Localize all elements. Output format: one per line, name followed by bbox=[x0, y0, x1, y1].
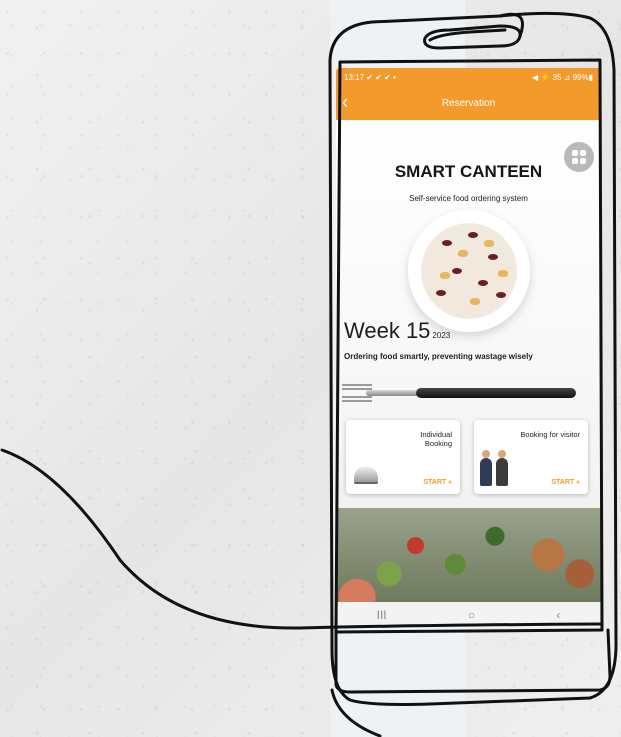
phone-outline-drawing bbox=[0, 11, 618, 737]
